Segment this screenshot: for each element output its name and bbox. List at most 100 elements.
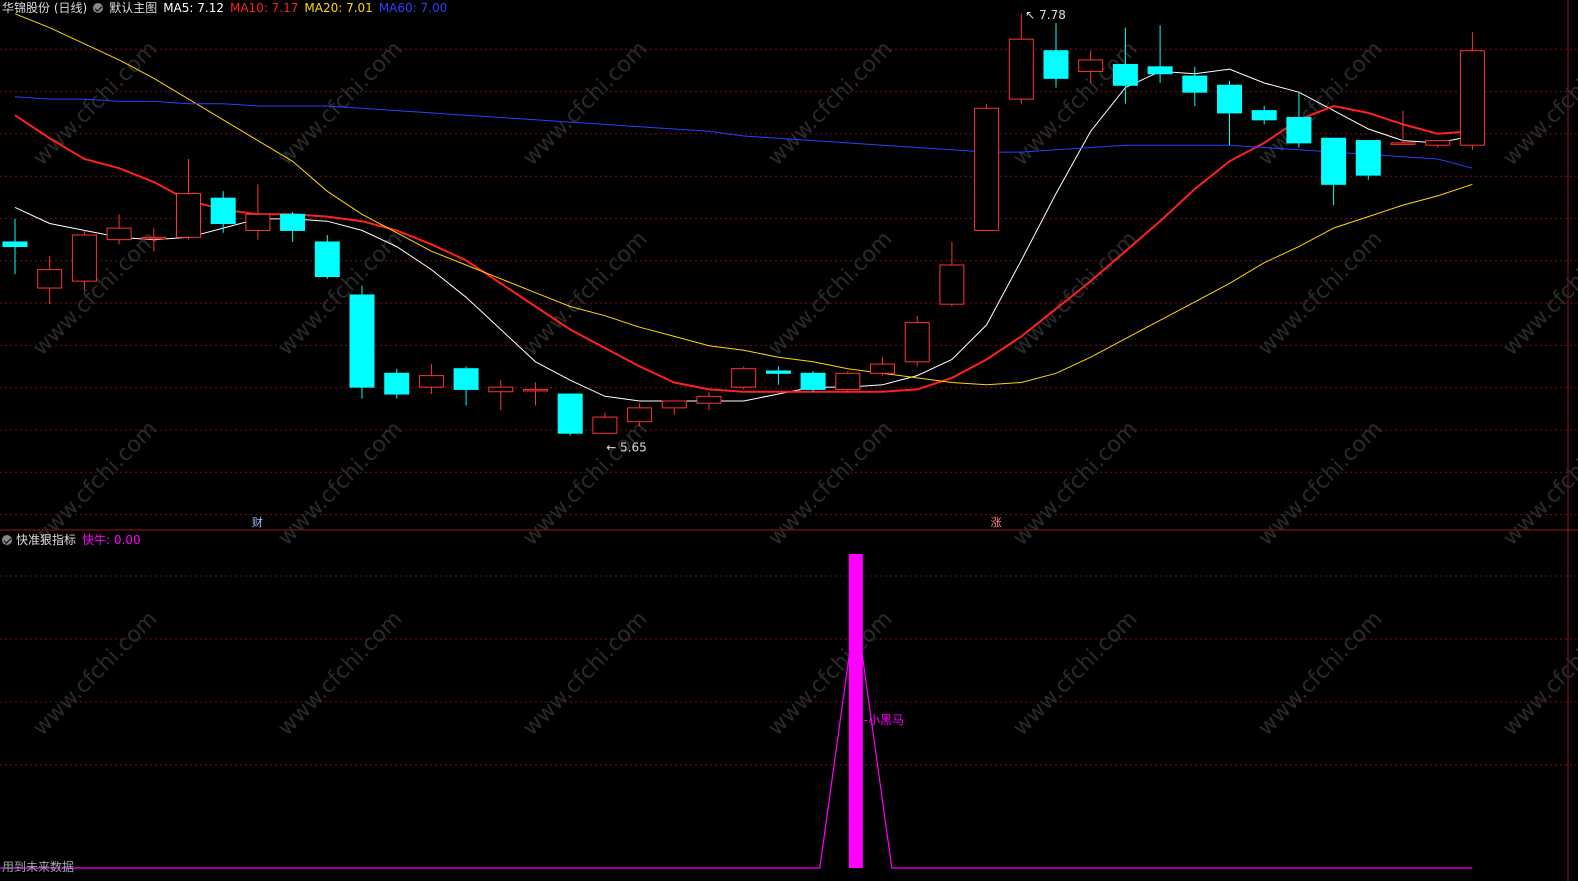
candle[interactable] xyxy=(210,191,236,233)
candle[interactable] xyxy=(592,412,618,434)
kline-chart[interactable]: www.cfchi.com www.cfchi.com www.cfchi.com w… xyxy=(0,0,1578,881)
candle-body xyxy=(314,241,340,278)
indicator-line xyxy=(0,607,1473,869)
candle[interactable] xyxy=(384,368,410,399)
candle-body xyxy=(592,416,618,434)
candle[interactable] xyxy=(245,184,271,240)
candle-body xyxy=(1286,117,1312,144)
candle-body xyxy=(939,264,965,305)
watermark-text: www.cfchi.com xyxy=(518,417,652,551)
watermark-text: www.cfchi.com xyxy=(1498,227,1578,361)
candle[interactable] xyxy=(1321,137,1347,206)
ma-legend-item: MA20: 7.01 xyxy=(304,1,373,15)
indicator-signal-bar[interactable] xyxy=(848,554,863,868)
candle[interactable] xyxy=(1008,13,1034,104)
candle-body xyxy=(280,213,306,231)
candle-body xyxy=(557,393,583,434)
candle-body xyxy=(974,107,1000,231)
candle[interactable] xyxy=(488,380,514,411)
settings-dot-icon[interactable] xyxy=(93,3,104,13)
main-chart-label[interactable]: 默认主图 xyxy=(109,0,157,16)
candle[interactable] xyxy=(2,218,28,275)
candle-body xyxy=(2,241,28,248)
ma-legend-item: MA60: 7.00 xyxy=(378,1,448,15)
candle-body xyxy=(800,372,826,390)
candle[interactable] xyxy=(557,393,583,436)
candle[interactable] xyxy=(1355,140,1381,180)
candle-body xyxy=(141,236,167,240)
watermark-text: www.cfchi.com xyxy=(1498,37,1578,171)
watermark-text: www.cfchi.com xyxy=(763,417,897,551)
candle[interactable] xyxy=(71,230,97,291)
high-price-label: ↖ 7.78 xyxy=(1025,8,1066,22)
watermark-text: www.cfchi.com xyxy=(763,227,897,361)
candle-body xyxy=(1459,50,1485,146)
ma-line-ma10 xyxy=(14,104,1473,393)
candle[interactable] xyxy=(939,241,965,307)
candle[interactable] xyxy=(349,285,375,399)
indicator-title[interactable]: 快准狠指标 xyxy=(16,532,76,548)
indicator-value: 快牛: 0.00 xyxy=(82,533,141,547)
candle[interactable] xyxy=(800,371,826,392)
watermark-text: www.cfchi.com xyxy=(273,227,407,361)
candle[interactable] xyxy=(314,235,340,279)
candle-body xyxy=(106,227,132,241)
candle[interactable] xyxy=(835,371,861,392)
event-marker-cai[interactable]: 财 xyxy=(252,515,263,529)
candle[interactable] xyxy=(1459,32,1485,150)
candle[interactable] xyxy=(280,212,306,242)
candle-body xyxy=(1008,38,1034,100)
candle-body xyxy=(245,213,271,231)
candle[interactable] xyxy=(870,357,895,376)
signal-label: -小黑马 xyxy=(864,713,904,727)
watermark-text: www.cfchi.com xyxy=(28,417,162,551)
candle[interactable] xyxy=(418,364,444,395)
candle-body xyxy=(870,363,895,374)
candle-body xyxy=(1043,50,1069,79)
candle[interactable] xyxy=(731,366,757,390)
watermark-text: www.cfchi.com xyxy=(1498,607,1578,741)
candle-body xyxy=(1112,64,1138,86)
candle[interactable] xyxy=(453,366,479,406)
candle-body xyxy=(210,197,236,225)
candle[interactable] xyxy=(176,159,201,240)
candle[interactable] xyxy=(37,255,63,305)
watermark-text: www.cfchi.com xyxy=(518,37,652,171)
ma-legend-item: MA10: 7.17 xyxy=(229,1,299,15)
candle[interactable] xyxy=(904,315,930,367)
watermark-text: www.cfchi.com xyxy=(1253,417,1387,551)
candle[interactable] xyxy=(1251,106,1277,125)
watermark-text: www.cfchi.com xyxy=(518,607,652,741)
watermark-text: www.cfchi.com xyxy=(28,607,162,741)
candle[interactable] xyxy=(1217,80,1242,146)
ma-legend-item: MA5: 7.12 xyxy=(163,1,224,15)
candle-body xyxy=(835,372,861,390)
candle[interactable] xyxy=(1390,110,1416,146)
settings-dot-icon[interactable] xyxy=(2,535,12,545)
candle-body xyxy=(1078,59,1104,72)
candle[interactable] xyxy=(1112,27,1138,104)
event-marker-zhang[interactable]: 涨 xyxy=(991,516,1002,529)
candle[interactable] xyxy=(765,366,791,385)
candle[interactable] xyxy=(1425,140,1451,148)
candle-body xyxy=(904,322,930,363)
ma-line-ma60 xyxy=(14,96,1473,169)
candle[interactable] xyxy=(523,382,548,406)
stock-title[interactable]: 华锦股份 (日线) xyxy=(2,0,87,16)
candle[interactable] xyxy=(1043,23,1069,88)
candle-body xyxy=(488,386,514,393)
candle[interactable] xyxy=(974,103,1000,231)
candle-body xyxy=(627,407,653,423)
ma-legend: MA5: 7.12 MA10: 7.17 MA20: 7.01 MA60: 7.00 xyxy=(163,0,453,16)
watermark-text: www.cfchi.com xyxy=(1253,227,1387,361)
watermark-text: www.cfchi.com xyxy=(1008,607,1142,741)
indicator-header: 快准狠指标 快牛: 0.00 xyxy=(2,532,141,548)
candle-body xyxy=(1182,75,1208,93)
candle[interactable] xyxy=(661,400,687,415)
candle-body xyxy=(1355,140,1381,176)
watermark-text: www.cfchi.com xyxy=(273,37,407,171)
watermark-text: www.cfchi.com xyxy=(273,607,407,741)
candle[interactable] xyxy=(696,391,722,411)
candle-body xyxy=(384,372,410,395)
candle[interactable] xyxy=(1147,25,1173,83)
